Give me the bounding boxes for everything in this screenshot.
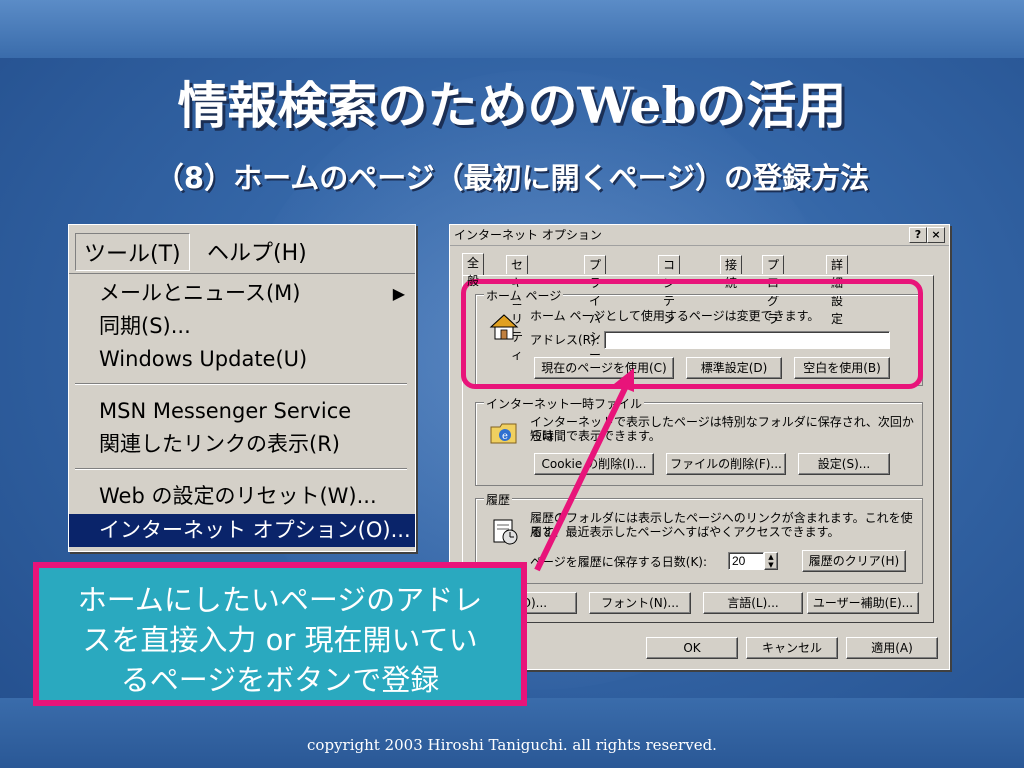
dialog-title: インターネット オプション bbox=[454, 228, 602, 242]
cancel-button[interactable]: キャンセル bbox=[746, 637, 838, 659]
dialog-titlebar: インターネット オプション ? × bbox=[450, 225, 949, 246]
temp-files-group-label: インターネット一時ファイル bbox=[484, 395, 645, 412]
menu-bar: ツール(T) ヘルプ(H) bbox=[69, 225, 415, 274]
callout-line-3: るページをボタンで登録 bbox=[120, 663, 440, 697]
apply-button[interactable]: 適用(A) bbox=[846, 637, 938, 659]
tools-menu: ツール(T) ヘルプ(H) メールとニュース(M) ▶ 同期(S)... Win… bbox=[68, 224, 416, 552]
callout-line-2: スを直接入力 or 現在開いてい bbox=[82, 623, 478, 657]
history-days-input[interactable] bbox=[728, 552, 764, 570]
menu-item-reset-web-settings[interactable]: Web の設定のリセット(W)... bbox=[69, 480, 415, 513]
slide-subtitle: （8）ホームのページ（最初に開くページ）の登録方法 bbox=[154, 161, 870, 195]
fonts-button[interactable]: フォント(N)... bbox=[589, 592, 691, 614]
temp-files-description-2: 短時間で表示できます。 bbox=[530, 429, 661, 443]
tab-connections[interactable]: 接続 bbox=[720, 255, 743, 290]
svg-text:e: e bbox=[502, 431, 508, 442]
tab-content[interactable]: コンテンツ bbox=[658, 255, 681, 344]
history-days-spinner[interactable]: ▲ ▼ bbox=[764, 552, 778, 570]
menu-item-msn-messenger[interactable]: MSN Messenger Service bbox=[69, 395, 415, 428]
menu-item-windows-update[interactable]: Windows Update(U) bbox=[69, 343, 415, 376]
menu-item-mail-news[interactable]: メールとニュース(M) ▶ bbox=[69, 277, 415, 310]
slide-title: 情報検索のためのWebの活用 bbox=[177, 76, 847, 135]
history-group: 履歴 履歴のフォルダには表示したページへのリンクが含まれます。これを使用す ると… bbox=[475, 491, 923, 584]
menu-item-related-links[interactable]: 関連したリンクの表示(R) bbox=[69, 428, 415, 461]
tab-programs[interactable]: プログラム bbox=[762, 255, 785, 344]
delete-files-button[interactable]: ファイルの削除(F)... bbox=[666, 453, 786, 475]
languages-button[interactable]: 言語(L)... bbox=[703, 592, 803, 614]
menu-item-label: メールとニュース(M) bbox=[99, 281, 301, 305]
temp-settings-button[interactable]: 設定(S)... bbox=[798, 453, 890, 475]
history-icon bbox=[493, 519, 518, 545]
callout-line-1: ホームにしたいページのアドレ bbox=[77, 583, 483, 617]
tab-general[interactable]: 全般 bbox=[462, 253, 485, 288]
instruction-callout: ホームにしたいページのアドレ スを直接入力 or 現在開いてい るページをボタン… bbox=[33, 562, 527, 706]
ok-button[interactable]: OK bbox=[646, 637, 738, 659]
bottom-band bbox=[0, 698, 1024, 768]
menu-item-internet-options[interactable]: インターネット オプション(O)... bbox=[69, 514, 415, 547]
menu-item-sync[interactable]: 同期(S)... bbox=[69, 310, 415, 343]
menu-separator bbox=[75, 468, 407, 470]
temp-files-group: インターネット一時ファイル e インターネットで表示したページは特別なフォルダに… bbox=[475, 395, 923, 486]
clear-history-button[interactable]: 履歴のクリア(H) bbox=[802, 550, 906, 572]
tab-security[interactable]: セキュリティ bbox=[506, 255, 529, 362]
top-band bbox=[0, 0, 1024, 58]
delete-cookies-button[interactable]: Cookie の削除(I)... bbox=[534, 453, 654, 475]
help-icon[interactable]: ? bbox=[909, 227, 927, 243]
history-days-label: ページを履歴に保存する日数(K): bbox=[530, 555, 708, 569]
tab-advanced[interactable]: 詳細設定 bbox=[826, 255, 849, 326]
menu-tools[interactable]: ツール(T) bbox=[75, 233, 190, 271]
close-icon[interactable]: × bbox=[927, 227, 945, 243]
history-group-label: 履歴 bbox=[484, 491, 513, 508]
accessibility-button[interactable]: ユーザー補助(E)... bbox=[807, 592, 919, 614]
home-page-highlight bbox=[461, 279, 923, 389]
folder-ie-icon: e bbox=[490, 423, 517, 444]
menu-help[interactable]: ヘルプ(H) bbox=[199, 233, 315, 269]
menu-separator bbox=[75, 383, 407, 385]
tab-privacy[interactable]: プライバシー bbox=[584, 255, 607, 362]
history-description-2: ると、最近表示したページへすばやくアクセスできます。 bbox=[530, 525, 840, 539]
submenu-arrow-icon: ▶ bbox=[392, 284, 405, 303]
copyright-text: copyright 2003 Hiroshi Taniguchi. all ri… bbox=[307, 736, 717, 754]
